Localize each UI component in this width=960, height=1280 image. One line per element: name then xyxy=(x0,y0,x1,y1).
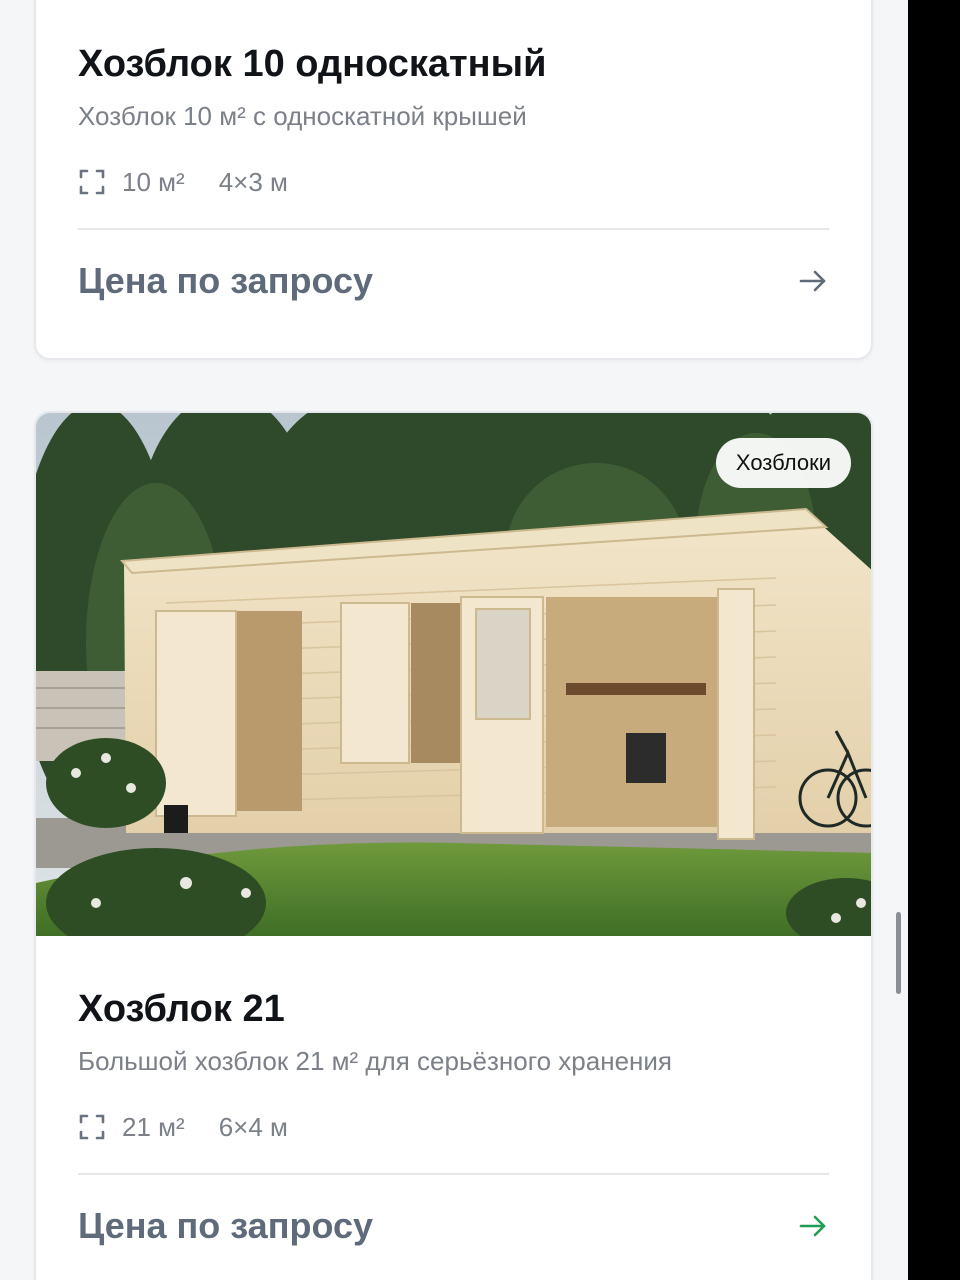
product-description: Большой хозблок 21 м² для серьёзного хра… xyxy=(78,1046,672,1076)
spec-area: 10 м² xyxy=(122,166,185,197)
spec-dimensions: 6×4 м xyxy=(218,1111,288,1142)
product-description: Хозблок 10 м² с односкатной крышей xyxy=(78,101,527,131)
category-badge[interactable]: Хозблоки xyxy=(715,438,851,488)
product-card[interactable]: Хозблок 10 односкатный Хозблок 10 м² с о… xyxy=(34,0,873,360)
scrollbar[interactable] xyxy=(896,912,901,994)
product-card[interactable]: Хозблоки Хозблок 21 Большой хозблок 21 м… xyxy=(34,411,873,1280)
screen-edge xyxy=(908,0,960,1280)
product-specs: 10 м² 4×3 м xyxy=(78,166,829,198)
card-body: Хозблок 21 Большой хозблок 21 м² для сер… xyxy=(78,987,829,1247)
catalog-page: Хозблок 10 односкатный Хозблок 10 м² с о… xyxy=(0,0,960,1280)
product-title[interactable]: Хозблок 10 односкатный xyxy=(78,42,829,86)
spec-area: 21 м² xyxy=(122,1111,185,1142)
price-label: Цена по запросу xyxy=(78,1205,373,1246)
spec-dimensions: 4×3 м xyxy=(218,166,288,197)
product-specs: 21 м² 6×4 м xyxy=(78,1111,829,1143)
product-photo[interactable]: Хозблоки xyxy=(36,413,871,936)
shed-illustration xyxy=(36,413,871,936)
price-label: Цена по запросу xyxy=(78,260,373,301)
product-title[interactable]: Хозблок 21 xyxy=(78,987,829,1031)
price-row[interactable]: Цена по запросу xyxy=(78,1205,829,1247)
price-row[interactable]: Цена по запросу xyxy=(78,260,829,302)
area-frame-icon xyxy=(79,1114,105,1140)
card-body: Хозблок 10 односкатный Хозблок 10 м² с о… xyxy=(78,42,829,302)
divider xyxy=(78,1173,829,1175)
divider xyxy=(78,228,829,230)
area-frame-icon xyxy=(79,169,105,195)
arrow-right-icon[interactable] xyxy=(797,265,829,297)
arrow-right-icon[interactable] xyxy=(797,1210,829,1242)
